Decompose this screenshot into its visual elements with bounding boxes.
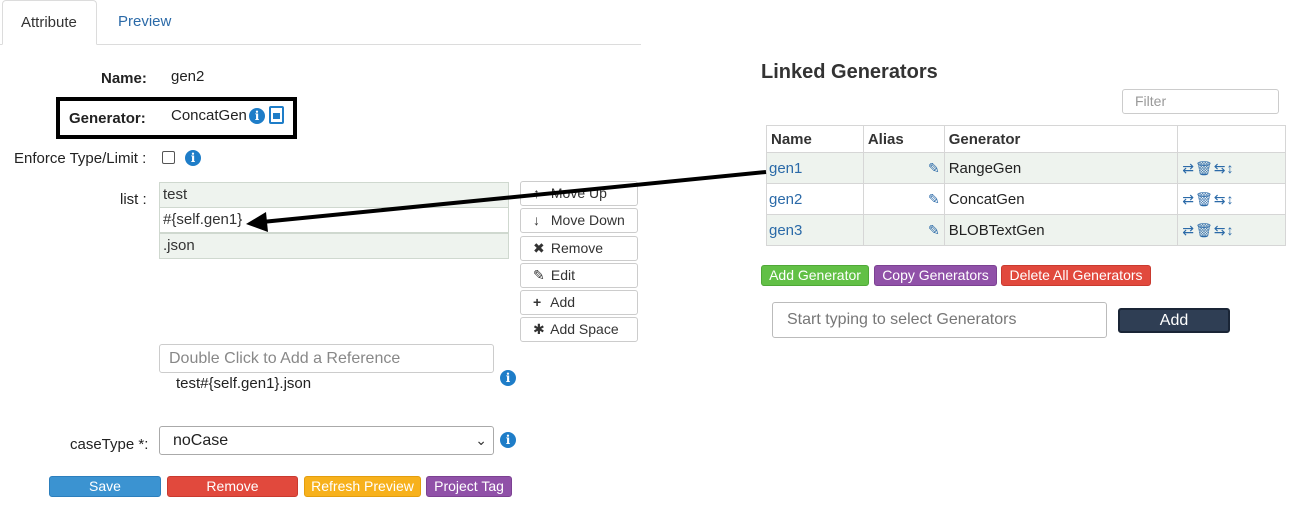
- annotation-arrow: [246, 170, 767, 232]
